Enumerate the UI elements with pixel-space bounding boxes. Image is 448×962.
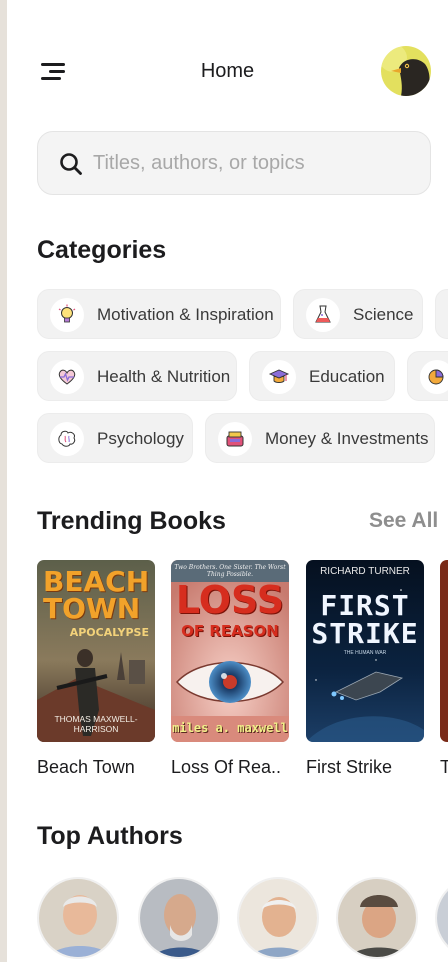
author-avatar[interactable] xyxy=(435,877,448,959)
category-chip-health[interactable]: Health & Nutrition xyxy=(37,351,237,401)
category-chip-partial[interactable] xyxy=(435,289,448,339)
category-label: Health & Nutrition xyxy=(97,367,231,386)
pie-chart-icon xyxy=(420,360,448,394)
category-chip-partial[interactable] xyxy=(407,351,448,401)
book-card-beach-town[interactable]: BEACH TOWN APOCALYPSE THOMAS MAXWELL-HAR… xyxy=(37,560,155,777)
category-label: Science xyxy=(353,305,414,324)
category-label: Education xyxy=(309,367,385,386)
top-authors-heading: Top Authors xyxy=(37,822,183,850)
category-chip-education[interactable]: Education xyxy=(249,351,395,401)
author-avatar[interactable] xyxy=(336,877,418,959)
book-card-first-strike[interactable]: RICHARD TURNER FIRST STRIKE THE HUMAN WA… xyxy=(306,560,424,777)
book-card-partial[interactable]: T xyxy=(440,560,448,777)
book-cover[interactable]: RICHARD TURNER FIRST STRIKE THE HUMAN WA… xyxy=(306,560,424,742)
user-avatar[interactable] xyxy=(381,46,431,96)
brain-icon xyxy=(50,422,84,456)
author-avatar[interactable] xyxy=(138,877,220,959)
cover-series: THE HUMAN WAR xyxy=(343,650,387,656)
book-card-loss-of-reason[interactable]: Two Brothers. One Sister. The Worst Thin… xyxy=(171,560,289,777)
cover-title: LOSS xyxy=(175,578,285,622)
cover-author: miles a. maxwell xyxy=(172,721,288,735)
cover-subtitle: OF REASON xyxy=(181,622,279,640)
author-photo xyxy=(39,879,117,957)
cover-subtitle: STRIKE xyxy=(311,617,419,650)
category-chip-motivation[interactable]: Motivation & Inspiration xyxy=(37,289,281,339)
search-input[interactable] xyxy=(93,146,413,180)
category-chip-psychology[interactable]: Psychology xyxy=(37,413,193,463)
book-title[interactable]: T xyxy=(440,757,448,778)
cover-title: FIRST xyxy=(320,589,410,622)
search-bar[interactable] xyxy=(37,131,431,195)
category-label: Psychology xyxy=(97,429,184,448)
author-avatar[interactable] xyxy=(37,877,119,959)
money-bag-icon xyxy=(218,422,252,456)
cover-title: BEACH TOWN xyxy=(43,565,150,625)
author-photo xyxy=(140,879,218,957)
category-label: Money & Investments xyxy=(265,429,429,448)
cover-tagline: Two Brothers. One Sister. The Worst Thin… xyxy=(174,564,286,578)
trending-heading: Trending Books xyxy=(37,507,226,535)
bird-avatar-icon xyxy=(381,46,431,96)
author-avatar[interactable] xyxy=(237,877,319,959)
author-photo xyxy=(437,879,448,957)
categories-heading: Categories xyxy=(37,236,167,264)
home-screen: Home Categories Motivation & Inspira xyxy=(7,0,448,962)
author-photo xyxy=(338,879,416,957)
lightbulb-icon xyxy=(50,298,84,332)
book-cover[interactable]: Two Brothers. One Sister. The Worst Thin… xyxy=(171,560,289,742)
flask-icon xyxy=(306,298,340,332)
book-cover[interactable] xyxy=(440,560,448,742)
heart-icon xyxy=(50,360,84,394)
category-chip-science[interactable]: Science xyxy=(293,289,423,339)
book-cover[interactable]: BEACH TOWN APOCALYPSE THOMAS MAXWELL-HAR… xyxy=(37,560,155,742)
category-chip-money[interactable]: Money & Investments xyxy=(205,413,435,463)
book-title[interactable]: First Strike xyxy=(306,757,392,778)
graduation-cap-icon xyxy=(262,360,296,394)
app-header: Home xyxy=(7,40,448,104)
see-all-link[interactable]: See All xyxy=(369,509,438,533)
cover-subtitle: APOCALYPSE xyxy=(69,626,149,639)
category-label: Motivation & Inspiration xyxy=(97,305,274,324)
book-title[interactable]: Loss Of Rea.. xyxy=(171,757,281,778)
book-title[interactable]: Beach Town xyxy=(37,757,135,778)
cover-author: THOMAS MAXWELL-HARRISON xyxy=(54,714,138,734)
cover-author: RICHARD TURNER xyxy=(320,566,410,577)
search-icon xyxy=(60,153,82,175)
author-photo xyxy=(239,879,317,957)
